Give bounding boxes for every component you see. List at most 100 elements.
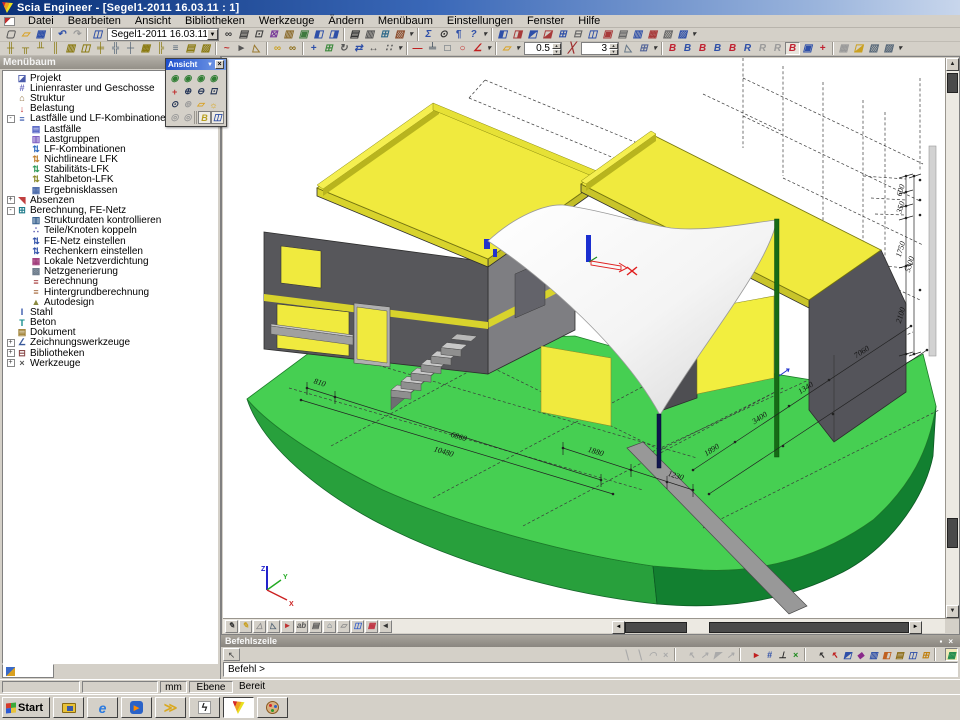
view-tool-button[interactable]: B [198,111,211,124]
snap-tool-button[interactable]: ⊞ [919,648,932,661]
view-tool-button[interactable]: ☼ [207,98,220,111]
view-tool-button[interactable]: ⊚ [181,98,194,111]
toolbar-button[interactable]: + [306,42,321,55]
toolbar-button[interactable]: ▣ [296,28,311,41]
snap-tool-button[interactable]: × [659,648,672,661]
menu-item[interactable]: Menübaum [371,15,440,27]
menu-item[interactable]: Fenster [520,15,571,27]
taskbar-scia-engineer[interactable] [223,697,254,718]
toolbar-button[interactable]: ↔ [366,42,381,55]
tree-item[interactable]: ▥ Strukturdaten kontrollieren [3,216,217,226]
snap-tool-button[interactable]: ╲ [633,648,646,661]
toolbar-button[interactable]: ⊟ [570,28,585,41]
toolbar-button[interactable]: ▥ [63,42,78,55]
navy-mast[interactable] [657,414,661,468]
toolbar-button[interactable]: ╨ [33,42,48,55]
toolbar-button[interactable]: ║ [48,42,63,55]
toolbar-button[interactable]: ┼ [123,42,138,55]
scroll-left-icon[interactable]: ◄ [612,621,625,634]
snap-tool-button[interactable] [802,648,815,661]
toolbar-button[interactable]: ▤ [347,28,362,41]
taskbar-paint[interactable] [257,697,288,718]
toolbar-button[interactable]: ⊠ [266,28,281,41]
toolbar-button[interactable]: ▾ [690,28,698,41]
toolbar-button[interactable]: R [755,42,770,55]
toolbar-button[interactable]: ╧ [425,42,440,55]
snap-tool-button[interactable]: ↖ [815,648,828,661]
view-tool-button[interactable]: ◉ [168,72,181,85]
toolbar-button[interactable]: ◧ [495,28,510,41]
toolbar-button[interactable]: B [665,42,680,55]
toolbar-button[interactable]: B [710,42,725,55]
scroll-thumb[interactable] [709,622,909,633]
toolbar-button[interactable]: ▨ [881,42,896,55]
toolbar-button[interactable]: ▾ [485,42,493,55]
snap-tool-button[interactable] [932,648,945,661]
toolbar-button[interactable]: ▾ [481,28,489,41]
menu-item[interactable]: Ändern [321,15,370,27]
toolbar-button[interactable]: ▦ [836,42,851,55]
snap-tool-button[interactable]: × [789,648,802,661]
view-tool-button[interactable]: ▱ [194,98,207,111]
toolbar-button[interactable]: ◫ [78,42,93,55]
toolbar-button[interactable]: ∞ [221,28,236,41]
snap-tool-button[interactable]: ▦ [945,648,958,661]
toolbar-button[interactable]: ▾ [896,42,904,55]
toolbar-button[interactable]: ◪ [540,28,555,41]
snap-tool-button[interactable]: ▤ [893,648,906,661]
snap-tool-button[interactable]: ↖ [685,648,698,661]
toolbar-button[interactable]: ◨ [510,28,525,41]
snap-tool-button[interactable]: ↖ [828,648,841,661]
taskbar-winamp[interactable]: ϟ [189,697,220,718]
panel-tab[interactable] [2,664,54,678]
toolbar-button[interactable]: ~ [219,42,234,55]
tree-item[interactable]: - ⊞ Berechnung, FE-Netz [3,205,217,215]
toolbar-button[interactable]: ⊡ [251,28,266,41]
toolbar-button[interactable]: ╳ [564,42,579,55]
viewport-tool-button[interactable]: ▱ [337,620,350,633]
toolbar-button[interactable]: ⇄ [351,42,366,55]
toolbar-button[interactable]: ◧ [311,28,326,41]
toolbar-button[interactable]: ◪ [851,42,866,55]
toolbar-button[interactable]: ◺ [621,42,636,55]
menu-item[interactable]: Bearbeiten [61,15,128,27]
palette-dropdown-icon[interactable]: ▼ [205,62,215,68]
scroll-down-icon[interactable]: ▼ [946,605,959,618]
toolbar-button[interactable]: ▣ [600,28,615,41]
snap-tool-button[interactable]: ▥ [867,648,880,661]
snap-tool-button[interactable]: ◫ [906,648,919,661]
viewport-tool-button[interactable]: ▦ [365,620,378,633]
toolbar-button[interactable]: ⊞ [321,42,336,55]
snap-tool-button[interactable]: ◆ [854,648,867,661]
tree-item[interactable]: + ◥ Absenzen [3,195,217,205]
toolbar-button[interactable]: ▤ [615,28,630,41]
3d-canvas[interactable]: 600 350 1750 2100 5300 810 6860 10480 18… [223,58,946,620]
toolbar-button[interactable]: ▱ [18,28,33,41]
toolbar-button[interactable]: ▾ [514,42,522,55]
count-spinner[interactable]: 3 ▲▼ [581,42,619,55]
taskbar-media-player[interactable]: ▶ [121,697,152,718]
menu-item[interactable]: Bibliotheken [178,15,252,27]
toolbar-button[interactable]: B [785,42,800,55]
tree-item[interactable]: + ∠ Zeichnungswerkzeuge [3,338,217,348]
toolbar-button[interactable]: ○ [455,42,470,55]
toolbar-button[interactable]: ▢ [3,28,18,41]
view-tool-button[interactable]: ⊡ [207,85,220,98]
toolbar-button[interactable]: ▤ [236,28,251,41]
toolbar-button[interactable]: ⊞ [377,28,392,41]
toolbar-button[interactable]: ▥ [630,28,645,41]
view-tool-button[interactable]: ◫ [211,111,224,124]
tree-item[interactable]: ≡ Hintergrundberechnung [3,287,217,297]
toolbar-button[interactable]: ▦ [645,28,660,41]
viewport-tool-button[interactable]: ⌂ [323,620,336,633]
toolbar-button[interactable]: ↶ [54,28,69,41]
vertical-scrollbar[interactable]: ▲ ▼ [945,58,959,618]
toolbar-button[interactable]: ▧ [660,28,675,41]
toolbar-button[interactable]: ▾ [407,28,415,41]
taskbar-file-manager[interactable] [53,697,84,718]
view-tool-button[interactable]: + [168,85,181,98]
scale-spinner[interactable]: 0.5 ▲▼ [524,42,562,55]
pointer-mode-button[interactable]: ↖ [223,648,240,661]
toolbar-button[interactable]: ▱ [499,42,514,55]
toolbar-button[interactable]: ▥ [281,28,296,41]
